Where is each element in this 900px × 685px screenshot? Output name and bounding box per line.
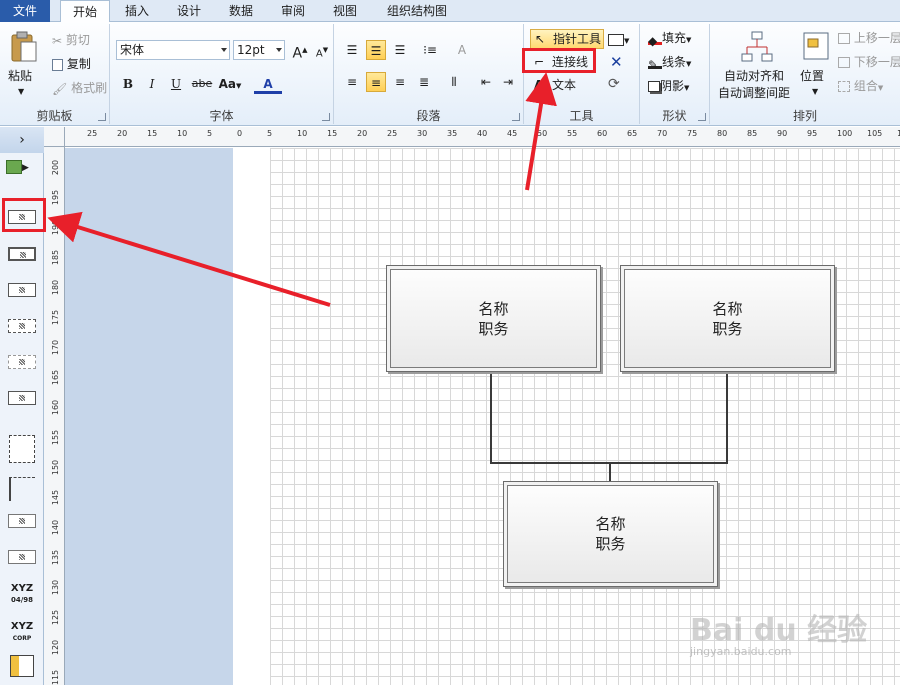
org-box-name: 名称 [712,299,743,318]
stencil-highlight-box [2,198,46,232]
baidu-watermark: Bai du 经验 [690,613,868,648]
org-box-title: 职务 [712,319,743,338]
org-box-name: 名称 [478,299,509,318]
org-box-2[interactable]: 名称 职务 [620,265,835,372]
org-box-title: 职务 [595,535,626,553]
org-box-body: 名称 职务 [390,269,597,368]
org-box-body: 名称 职务 [507,485,714,583]
org-box-title: 职务 [478,319,509,338]
ruler-corner [44,127,65,147]
org-box-3[interactable]: 名称 职务 [503,481,718,587]
org-box-body: 名称 职务 [624,269,831,368]
baidu-watermark-url: jingyan.baidu.com [690,645,792,658]
org-connector[interactable] [490,372,728,481]
connector-highlight-box [522,48,596,73]
org-box-1[interactable]: 名称 职务 [386,265,601,372]
org-box-name: 名称 [595,515,626,533]
